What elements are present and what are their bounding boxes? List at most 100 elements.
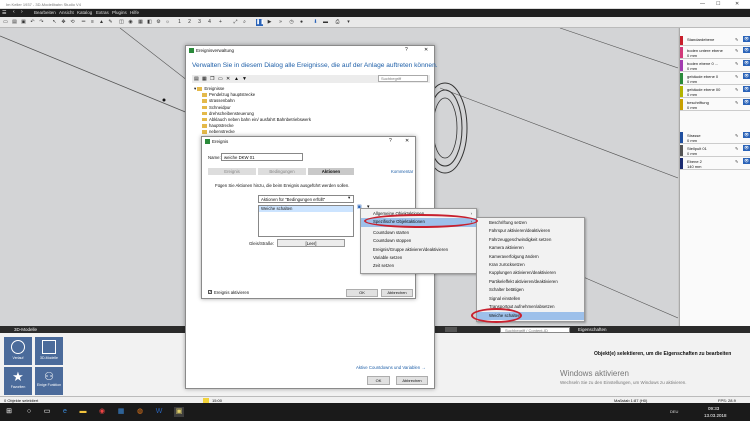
edit-icon[interactable]: ✎ — [735, 61, 738, 66]
event-search-input[interactable]: Suchbegriff — [378, 75, 428, 82]
layer-item[interactable]: boden ebene 0 ... 0 mm ✎ 👁 — [680, 60, 750, 72]
track-field-value[interactable]: [Leer] — [277, 239, 345, 247]
dropdown-icon[interactable]: ▾ — [345, 19, 352, 26]
layers-icon[interactable]: ◧ — [146, 19, 153, 26]
settings-icon[interactable]: ⚙ — [155, 19, 162, 26]
edit-icon[interactable]: ✎ — [735, 37, 738, 42]
record-icon[interactable]: ● — [298, 19, 305, 26]
edit-icon[interactable]: ✎ — [735, 87, 738, 92]
move-icon[interactable]: ✥ — [60, 19, 67, 26]
visibility-icon[interactable]: 👁 — [743, 73, 750, 79]
clock-time[interactable]: 09:33 — [708, 406, 719, 411]
menu-plugins[interactable]: Plugins — [112, 10, 127, 15]
upload-icon[interactable]: ▬ — [322, 19, 329, 26]
menu-item-toggle-event[interactable]: Ereignis/Gruppe aktivieren/deaktivieren — [361, 246, 476, 254]
visibility-icon[interactable]: 👁 — [743, 60, 750, 66]
tile-3d-modelle[interactable]: 3D-Modelle — [35, 337, 63, 365]
visibility-icon[interactable]: 👁 — [743, 158, 750, 164]
language-indicator[interactable]: DEU — [670, 409, 678, 414]
submenu-item[interactable]: Fahrzeuggeschwindigkeit setzen — [477, 236, 584, 244]
search-icon[interactable]: ○ — [24, 407, 34, 417]
help-button[interactable]: ? — [405, 47, 408, 53]
firefox-icon[interactable]: ◍ — [135, 407, 145, 417]
tile-verlauf[interactable]: Verlauf — [4, 337, 32, 365]
menu-item-start-countdown[interactable]: Countdown starten — [361, 229, 476, 237]
layer-item[interactable]: Stellpult 01 0 mm ✎ 👁 — [680, 145, 750, 157]
submenu-item[interactable]: Kran zurücksetzen — [477, 261, 584, 269]
close-button[interactable]: ✕ — [735, 1, 739, 7]
layer-item[interactable]: boden untere ebene 0 mm ✎ 👁 — [680, 47, 750, 59]
visibility-icon[interactable]: 👁 — [743, 36, 750, 42]
help-button[interactable]: ? — [389, 138, 392, 144]
tab-bedingungen[interactable]: Bedingungen — [258, 168, 306, 175]
action-trigger-select[interactable]: Aktionen für "Bedingungen erfüllt" — [258, 195, 354, 203]
add-event-icon[interactable]: ▤ — [194, 76, 199, 82]
task-view-icon[interactable]: ▭ — [42, 407, 52, 417]
ok-button[interactable]: OK — [346, 289, 378, 297]
print-icon[interactable]: ⎙ — [334, 19, 341, 26]
clock-date[interactable]: 13.03.2018 — [704, 413, 727, 418]
copy-icon[interactable]: ❐ — [210, 76, 214, 82]
paint-icon[interactable]: ✎ — [107, 19, 114, 26]
play-icon[interactable]: ▶ — [266, 19, 273, 26]
cancel-button[interactable]: Abbrechen — [396, 376, 428, 385]
chrome-icon[interactable]: ◉ — [97, 407, 107, 417]
mbs-app-icon[interactable]: ▣ — [174, 407, 184, 417]
paste-icon[interactable]: ▭ — [218, 76, 223, 82]
cancel-button[interactable]: Abbrechen — [381, 289, 413, 297]
edge-icon[interactable]: e — [60, 407, 70, 417]
visibility-icon[interactable]: 👁 — [743, 86, 750, 92]
layer-item[interactable]: gebäude ebene 00 mm ✎ 👁 — [680, 73, 750, 85]
layer-item[interactable]: Strasse 0 mm ✎ 👁 — [680, 132, 750, 144]
tab-ereignis[interactable]: Ereignis — [208, 168, 256, 175]
track-icon[interactable]: ═ — [80, 19, 87, 26]
close-button[interactable]: ✕ — [424, 47, 428, 53]
road-icon[interactable]: ≡ — [89, 19, 96, 26]
tree-item[interactable]: nebenstrecke — [194, 129, 311, 135]
minimize-button[interactable]: — — [700, 1, 705, 7]
submenu-item[interactable]: Kamera aktivieren — [477, 244, 584, 252]
submenu-item[interactable]: Partikeleffekt aktivieren/deaktivieren — [477, 278, 584, 286]
close-button[interactable]: ✕ — [405, 138, 409, 144]
back-icon[interactable]: ‹ — [13, 9, 15, 15]
zoom-fit-icon[interactable]: ⤢ — [232, 19, 239, 26]
layer-item[interactable]: beschriftung 0 mm ✎ 👁 — [680, 99, 750, 111]
add-page-button[interactable]: + — [217, 19, 224, 26]
edit-icon[interactable]: ✎ — [735, 146, 738, 151]
delete-icon[interactable]: ✕ — [226, 76, 230, 82]
tab-aktionen[interactable]: Aktionen — [308, 168, 354, 175]
speed-icon[interactable]: ◷ — [288, 19, 295, 26]
page-1[interactable]: 1 — [176, 19, 183, 26]
forward-icon[interactable]: › — [21, 9, 23, 15]
open-icon[interactable]: ▤ — [11, 19, 18, 26]
edit-icon[interactable]: ✎ — [735, 74, 738, 79]
windows-start-icon[interactable]: ⊞ — [4, 407, 14, 417]
app-menu-icon[interactable]: ☰ — [2, 10, 10, 16]
menu-item-set-variable[interactable]: Variable setzen — [361, 254, 476, 262]
model-search-input[interactable]: Suchbegriff / Content-ID — [500, 327, 570, 333]
menu-item-stop-countdown[interactable]: Countdown stoppen — [361, 237, 476, 245]
panel-toggle-icon[interactable] — [445, 327, 457, 332]
edit-icon[interactable]: ✎ — [735, 133, 738, 138]
submenu-item[interactable]: Kupplungen aktivieren/deaktivieren — [477, 269, 584, 277]
submenu-item[interactable]: Schalter betätigen — [477, 286, 584, 294]
visibility-icon[interactable]: 👁 — [743, 47, 750, 53]
word-icon[interactable]: W — [154, 407, 164, 417]
light-icon[interactable]: ☼ — [164, 19, 171, 26]
menu-bearbeiten[interactable]: Bearbeiten — [34, 10, 56, 15]
tile-favoriten[interactable]: ★ Favoriten — [4, 367, 32, 395]
terrain-icon[interactable]: ▲ — [98, 19, 105, 26]
submenu-item[interactable]: Fahrspur aktivieren/deaktivieren — [477, 227, 584, 235]
active-countdowns-link[interactable]: Aktive Countdowns und Variablen → — [356, 365, 426, 370]
submenu-item[interactable]: Signal einstellen — [477, 295, 584, 303]
edit-icon[interactable]: ✎ — [735, 48, 738, 53]
add-group-icon[interactable]: ▦ — [202, 76, 207, 82]
visibility-icon[interactable]: 👁 — [743, 132, 750, 138]
save-icon[interactable]: ▣ — [20, 19, 27, 26]
page-2[interactable]: 2 — [186, 19, 193, 26]
tab-kommentar[interactable]: Kommentar — [391, 168, 413, 175]
list-item[interactable]: Weiche schalten — [259, 206, 353, 212]
new-icon[interactable]: ▭ — [2, 19, 9, 26]
page-3[interactable]: 3 — [196, 19, 203, 26]
visibility-icon[interactable]: 👁 — [743, 99, 750, 105]
